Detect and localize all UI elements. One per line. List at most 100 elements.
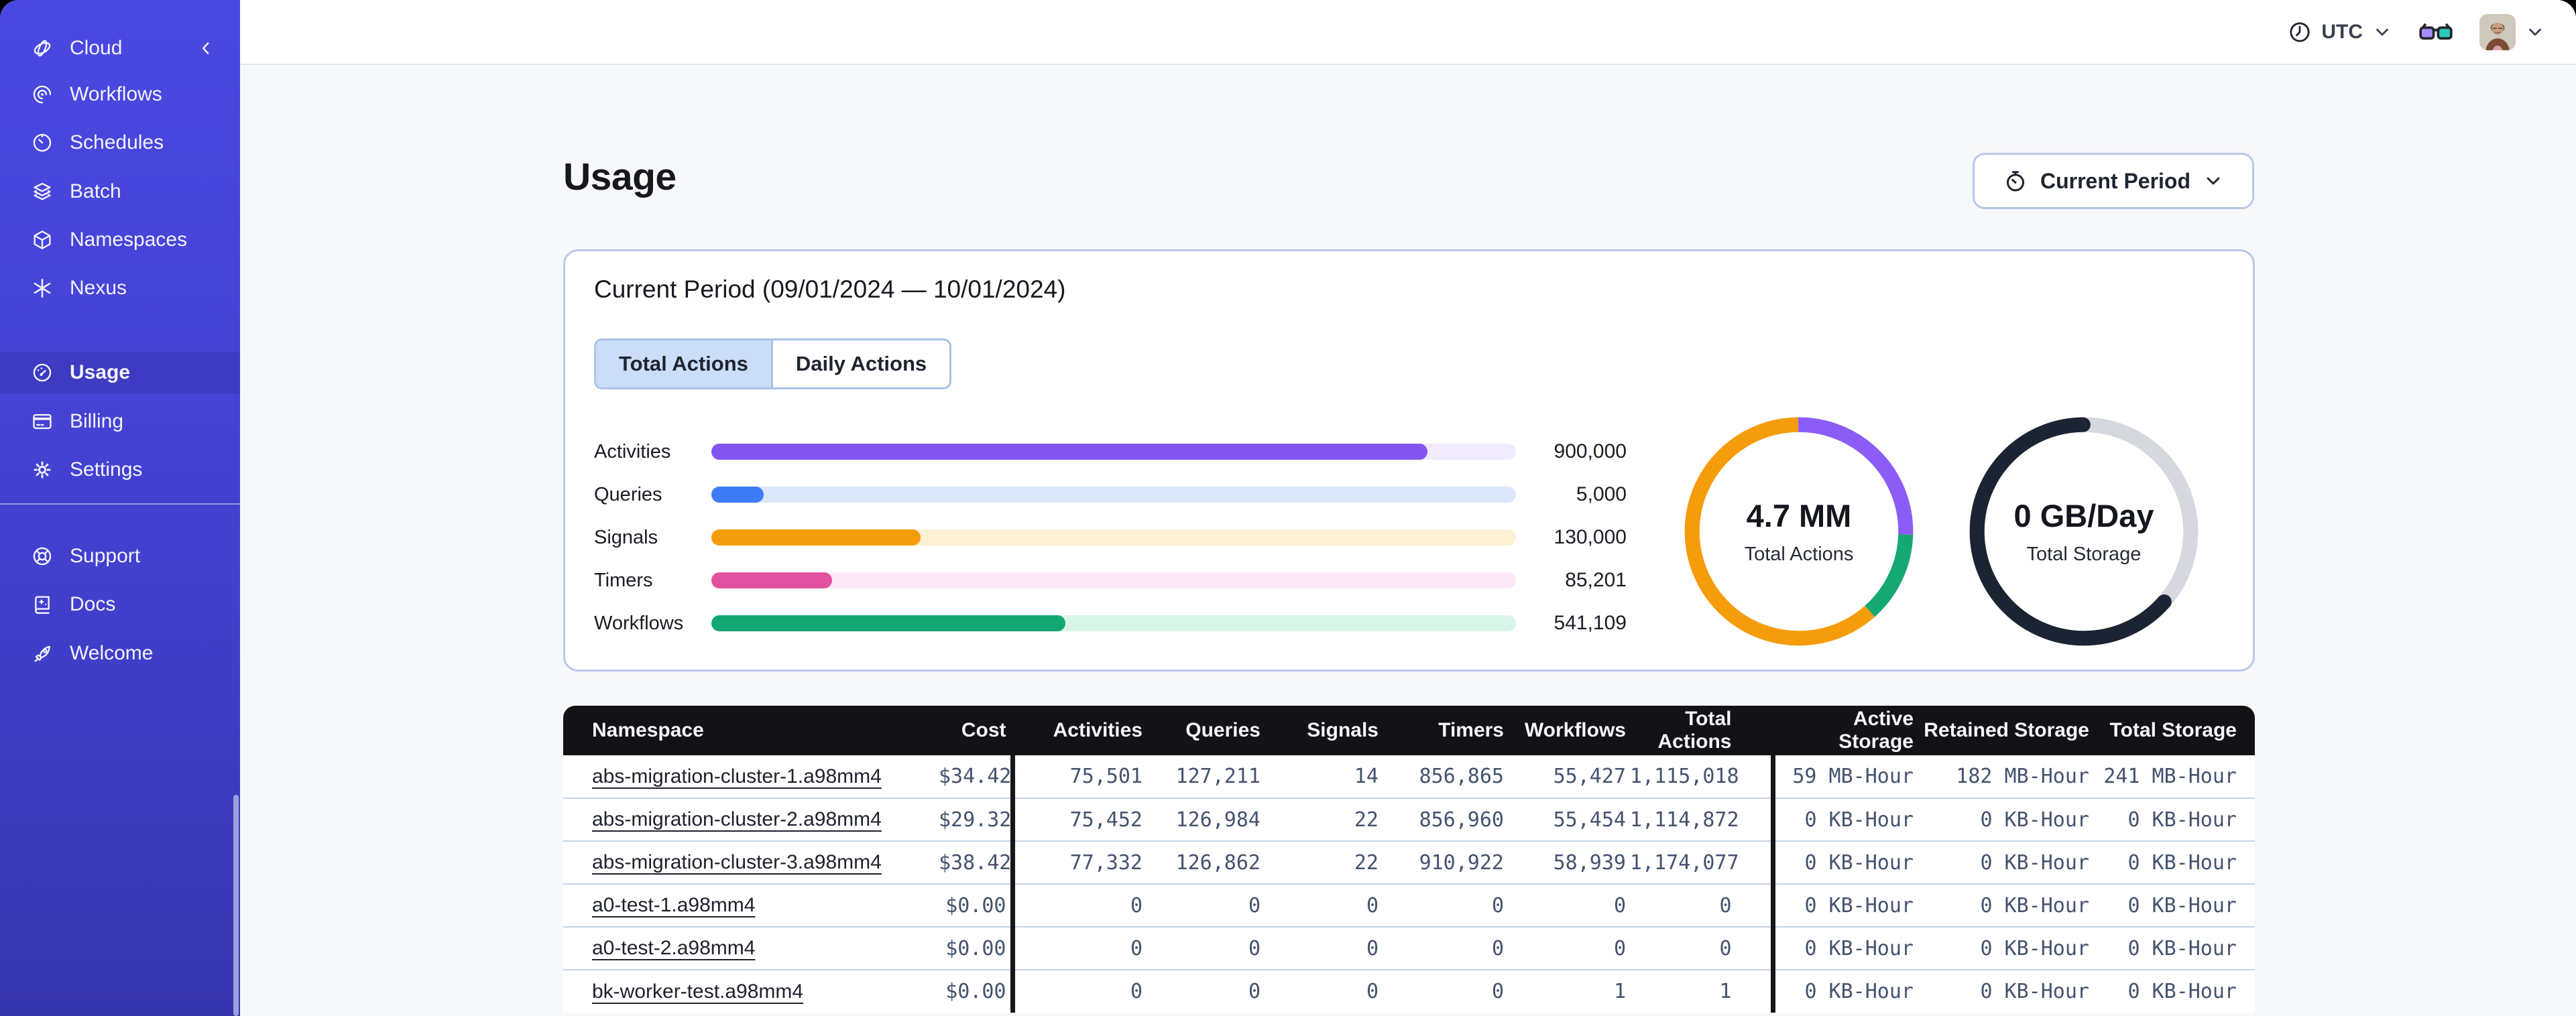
bar-value: 900,000	[1554, 440, 1627, 462]
table-cell: 0 KB-Hour	[2093, 883, 2255, 927]
column-header: Namespace	[563, 706, 939, 755]
namespace-link[interactable]: bk-worker-test.a98mm4	[592, 980, 803, 1003]
column-header: Timers	[1383, 706, 1508, 755]
bar-label: Signals	[594, 526, 658, 548]
table-cell: 0 KB-Hour	[1770, 840, 1918, 884]
table-cell: $0.00	[939, 883, 1012, 927]
sidebar-item-docs[interactable]: Docs	[0, 584, 240, 625]
bar-fill	[711, 615, 1065, 631]
namespace-link[interactable]: a0-test-1.a98mm4	[592, 894, 755, 916]
docs-book-icon	[35, 596, 50, 614]
total-actions-donut: 4.7 MM Total Actions	[1680, 413, 1918, 650]
table-body: abs-migration-cluster-1.a98mm4 $34.42 75,5…	[563, 755, 2255, 1013]
namespace-link[interactable]: abs-migration-cluster-2.a98mm4	[592, 808, 882, 830]
period-button-label: Current Period	[2040, 168, 2191, 193]
donut-value: 4.7 MM	[1746, 498, 1852, 533]
sidebar-divider	[0, 503, 240, 505]
table-cell: 58,939	[1508, 840, 1630, 884]
table-cell: 0	[1147, 926, 1265, 970]
table-row: a0-test-1.a98mm4 $0.00 0 0 0 0 0 0 0 KB-Hour 0 KB…	[563, 883, 2255, 927]
chevron-down-icon	[2207, 177, 2220, 185]
sidebar-item-usage[interactable]: Usage	[0, 352, 240, 393]
bar-value: 5,000	[1576, 483, 1627, 505]
chevron-down-icon	[2529, 28, 2541, 36]
column-header: Total Actions	[1630, 706, 1773, 755]
table-cell: 22	[1265, 840, 1383, 884]
table-head: Namespace Cost Activities Queries Signals Tim…	[563, 706, 2255, 755]
sidebar-item-batch[interactable]: Batch	[0, 171, 240, 212]
table-cell: 14	[1354, 765, 1379, 788]
table-row: abs-migration-cluster-1.a98mm4 $34.42 75,5…	[563, 755, 2255, 798]
table-cell: 182 MB-Hour	[1956, 765, 2089, 788]
bar-track	[711, 529, 1516, 546]
table-cell: 0 KB-Hour	[2093, 798, 2255, 841]
collapse-sidebar-icon[interactable]	[196, 38, 216, 58]
column-header: Cost	[939, 706, 1012, 755]
app-frame: Cloud Workflows Schedules Batch Namespac…	[0, 0, 2576, 1016]
table-cell: 0 KB-Hour	[1770, 883, 1918, 927]
page-title: Usage	[563, 155, 677, 198]
bar-track	[711, 487, 1516, 503]
account-menu[interactable]	[2479, 13, 2545, 50]
table-cell: 0	[1010, 926, 1147, 970]
sidebar-item-support[interactable]: Support	[0, 535, 240, 577]
avatar[interactable]	[2479, 13, 2516, 50]
table-cell: 0 KB-Hour	[1918, 840, 2093, 884]
tab-total-actions[interactable]: Total Actions	[596, 340, 771, 387]
namespace-link[interactable]: abs-migration-cluster-1.a98mm4	[592, 765, 882, 787]
table-row: a0-test-2.a98mm4 $0.00 0 0 0 0 0 0 0 KB-Hour 0 KB…	[563, 926, 2255, 970]
card-title: Current Period (09/01/2024 — 10/01/2024)	[594, 275, 1066, 303]
bar-row-workflows: Workflows 541,109	[594, 602, 1640, 645]
namespace-cell: a0-test-2.a98mm4	[563, 926, 939, 970]
column-header: Activities	[1010, 706, 1147, 755]
namespace-link[interactable]: a0-test-2.a98mm4	[592, 937, 755, 959]
bar-track	[711, 615, 1516, 631]
bar-row-activities: Activities 900,000	[594, 430, 1640, 473]
table-row: abs-migration-cluster-3.a98mm4 $38.42 77,3…	[563, 840, 2255, 884]
glasses-icon	[2419, 23, 2453, 40]
table-cell: $38.42	[939, 840, 1012, 884]
table-cell: 0 KB-Hour	[1918, 969, 2093, 1013]
sidebar-item-settings[interactable]: Settings	[0, 449, 240, 491]
table-cell: 0	[1383, 883, 1508, 927]
table-cell: $0.00	[939, 926, 1012, 970]
temporal-orbit-icon	[34, 40, 51, 57]
namespaces-icon	[34, 231, 51, 249]
table-cell: 856,960	[1383, 798, 1508, 841]
bar-row-signals: Signals 130,000	[594, 516, 1640, 559]
topbar: UTC	[240, 0, 2576, 65]
table-cell: 0	[1265, 883, 1383, 927]
timezone-selector[interactable]: UTC	[2288, 20, 2392, 44]
sidebar-item-label: Billing	[70, 410, 124, 432]
main-content: Usage Current Period Current Period (09/…	[240, 66, 2576, 1016]
table-cell: 1	[1508, 969, 1630, 1013]
column-header: Signals	[1265, 706, 1383, 755]
table-cell: $0.00	[939, 969, 1012, 1013]
sidebar-item-schedules[interactable]: Schedules	[0, 122, 240, 164]
table-cell: 0 KB-Hour	[1770, 798, 1918, 841]
labs-glasses-button[interactable]	[2418, 19, 2454, 45]
sidebar-scrollbar[interactable]	[233, 795, 239, 1016]
table-cell: 241 MB-Hour	[2103, 765, 2237, 788]
namespace-link[interactable]: abs-migration-cluster-3.a98mm4	[592, 851, 882, 873]
period-select-button[interactable]: Current Period	[1973, 153, 2254, 209]
sidebar-item-welcome[interactable]: Welcome	[0, 633, 240, 674]
schedules-icon	[33, 133, 52, 152]
column-header: Retained Storage	[1918, 706, 2093, 755]
bar-label: Activities	[594, 440, 671, 462]
sidebar-item-namespaces[interactable]: Namespaces	[0, 219, 240, 261]
support-lifebuoy-icon	[33, 547, 52, 566]
table-cell: 0 KB-Hour	[2093, 926, 2255, 970]
donut-value: 0 GB/Day	[2013, 498, 2154, 533]
bar-label: Timers	[594, 569, 653, 591]
tab-daily-actions[interactable]: Daily Actions	[770, 340, 949, 387]
table-cell: $34.42	[939, 765, 1012, 788]
sidebar-item-workflows[interactable]: Workflows	[0, 74, 240, 115]
sidebar-item-label: Usage	[70, 361, 131, 383]
sidebar-header-cloud[interactable]: Cloud	[0, 27, 240, 69]
table-cell: 0	[1147, 969, 1265, 1013]
sidebar-item-nexus[interactable]: Nexus	[0, 267, 240, 309]
bar-value: 130,000	[1554, 526, 1627, 548]
table-cell: 0 KB-Hour	[1770, 926, 1918, 970]
sidebar-item-billing[interactable]: Billing	[0, 401, 240, 442]
